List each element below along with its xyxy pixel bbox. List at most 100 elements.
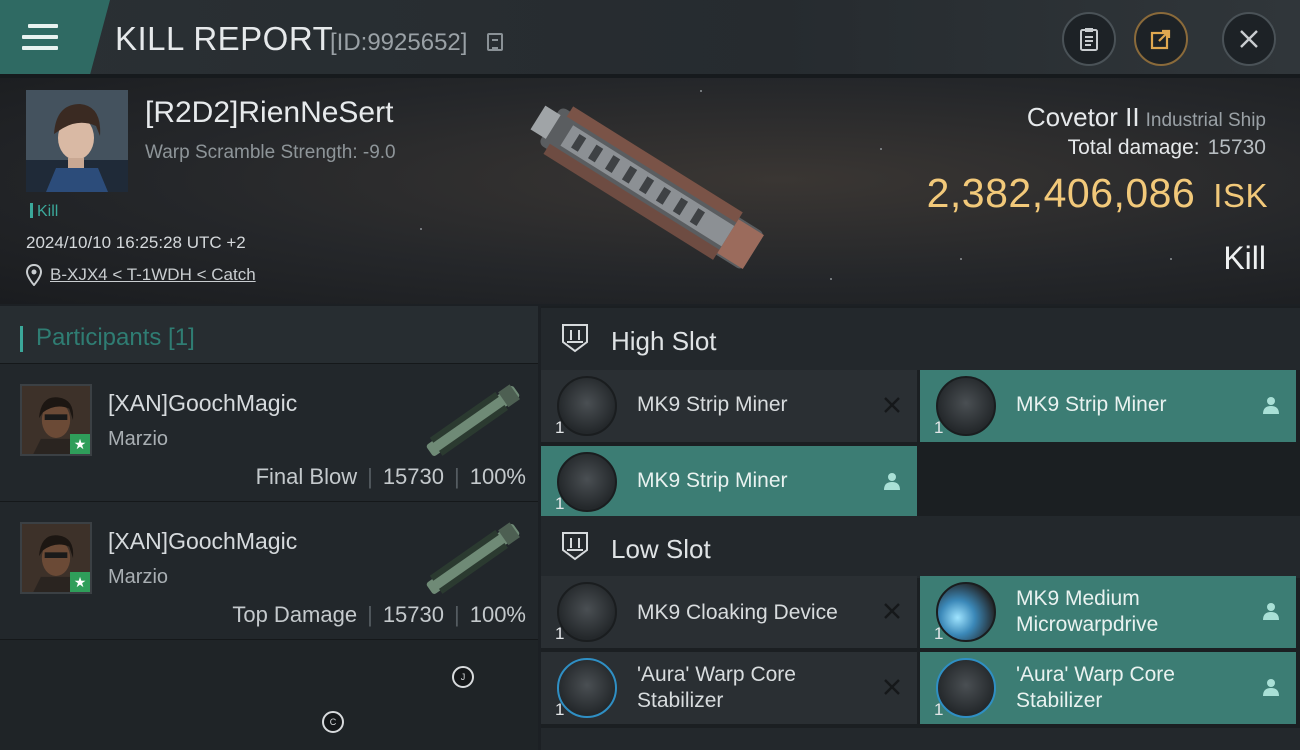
participant-stats: Final Blow | 15730 | 100% bbox=[255, 464, 526, 489]
module-name: MK9 Cloaking Device bbox=[637, 601, 838, 624]
warp-scramble-strength: Warp Scramble Strength: -9.0 bbox=[145, 142, 396, 163]
copy-icon[interactable] bbox=[487, 33, 503, 51]
isk-amount: 2,382,406,086 bbox=[926, 170, 1196, 216]
touch-indicator-icon: C bbox=[322, 711, 344, 733]
high-slot-header: High Slot bbox=[541, 308, 1300, 370]
isk-value: 2,382,406,086 ISK bbox=[927, 170, 1268, 217]
module-quantity: 1 bbox=[555, 700, 565, 719]
participant-avatar[interactable]: ★ bbox=[20, 522, 92, 594]
dropped-person-icon bbox=[1263, 397, 1279, 414]
clipboard-button[interactable] bbox=[1062, 12, 1116, 66]
participant-row[interactable]: ★ [XAN]GoochMagic Marzio Final Blow | 1573… bbox=[0, 364, 538, 502]
cloaking-device-icon bbox=[557, 582, 617, 642]
module-name: MK9 Strip Miner bbox=[1016, 393, 1167, 416]
microwarpdrive-icon bbox=[936, 582, 996, 642]
warp-core-stabilizer-icon bbox=[936, 658, 996, 718]
destroyed-icon bbox=[884, 603, 900, 619]
module-name: MK9 Medium Microwarpdrive bbox=[1016, 587, 1159, 636]
strip-miner-icon bbox=[557, 452, 617, 512]
module-name: 'Aura' Warp Core Stabilizer bbox=[637, 663, 796, 712]
participants-header-accent bbox=[20, 326, 23, 352]
module-quantity: 1 bbox=[934, 624, 944, 643]
module-slot[interactable]: 1 'Aura' Warp Core Stabilizer bbox=[541, 652, 917, 724]
page-title: KILL REPORT bbox=[115, 20, 334, 57]
star-badge-icon: ★ bbox=[70, 434, 90, 454]
participants-panel: Participants [1] ★ [XAN]GoochMagic Marzi… bbox=[0, 306, 538, 750]
header-bar: KILL REPORT [ID:9925652] bbox=[0, 0, 1300, 78]
kill-location: B-XJX4 < T-1WDH < Catch bbox=[26, 264, 256, 286]
clipboard-icon bbox=[1080, 28, 1098, 51]
next-slot-header bbox=[541, 728, 1300, 750]
module-name: 'Aura' Warp Core Stabilizer bbox=[1016, 663, 1175, 712]
module-name: MK9 Strip Miner bbox=[637, 393, 788, 416]
participant-ship-image[interactable] bbox=[414, 520, 532, 598]
module-slot[interactable]: 1 MK9 Strip Miner bbox=[920, 370, 1296, 442]
destroyed-icon bbox=[884, 679, 900, 695]
ship-name[interactable]: Covetor II Industrial Ship bbox=[1027, 102, 1266, 133]
fitting-panel: High Slot 1 MK9 Strip Miner 1 MK9 Strip … bbox=[541, 306, 1300, 750]
participant-row[interactable]: ★ [XAN]GoochMagic Marzio Top Damage | 1573… bbox=[0, 502, 538, 640]
kill-summary-panel: [R2D2]RienNeSert Warp Scramble Strength:… bbox=[0, 78, 1300, 304]
participant-avatar[interactable]: ★ bbox=[20, 384, 92, 456]
touch-indicator-icon: J bbox=[452, 666, 474, 688]
module-slot[interactable]: 1 MK9 Strip Miner bbox=[541, 370, 917, 442]
module-slot[interactable]: 1 MK9 Strip Miner bbox=[541, 446, 917, 518]
destroyed-icon bbox=[884, 397, 900, 413]
share-icon bbox=[1150, 29, 1171, 50]
location-pin-icon bbox=[26, 264, 42, 286]
strip-miner-icon bbox=[557, 376, 617, 436]
report-id: [ID:9925652] bbox=[330, 29, 468, 56]
total-damage: Total damage: 15730 bbox=[1068, 136, 1266, 160]
share-button[interactable] bbox=[1134, 12, 1188, 66]
victim-avatar-image bbox=[26, 90, 128, 192]
dropped-person-icon bbox=[1263, 679, 1279, 696]
kill-result: Kill bbox=[1223, 240, 1266, 276]
module-name: MK9 Strip Miner bbox=[637, 469, 788, 492]
kill-timestamp: 2024/10/10 16:25:28 UTC +2 bbox=[26, 233, 246, 252]
total-damage-label: Total damage: bbox=[1067, 136, 1200, 159]
participants-title: Participants [1] bbox=[36, 324, 195, 351]
strip-miner-icon bbox=[936, 376, 996, 436]
close-button[interactable] bbox=[1222, 12, 1276, 66]
warp-core-stabilizer-icon bbox=[557, 658, 617, 718]
high-slot-label: High Slot bbox=[611, 326, 717, 356]
participant-corp: Marzio bbox=[108, 428, 169, 450]
module-slot[interactable]: 1 'Aura' Warp Core Stabilizer bbox=[920, 652, 1296, 724]
isk-unit: ISK bbox=[1213, 177, 1268, 214]
participant-damage: 15730 bbox=[382, 602, 444, 627]
total-damage-value: 15730 bbox=[1207, 136, 1266, 159]
participants-header: Participants [1] bbox=[0, 306, 538, 364]
dropped-person-icon bbox=[884, 473, 900, 490]
module-slot[interactable]: 1 MK9 Medium Microwarpdrive bbox=[920, 576, 1296, 648]
ship-type: Covetor II bbox=[1026, 102, 1140, 132]
participant-role: Top Damage bbox=[232, 602, 358, 627]
victim-name[interactable]: [R2D2]RienNeSert bbox=[145, 96, 393, 130]
kill-tag: Kill bbox=[30, 203, 58, 221]
participant-stats: Top Damage | 15730 | 100% bbox=[232, 602, 526, 627]
victim-portrait[interactable] bbox=[26, 90, 128, 192]
module-quantity: 1 bbox=[555, 418, 565, 437]
module-quantity: 1 bbox=[934, 700, 944, 719]
low-slot-header: Low Slot bbox=[541, 516, 1300, 578]
module-slot[interactable]: 1 MK9 Cloaking Device bbox=[541, 576, 917, 648]
participant-ship-image[interactable] bbox=[414, 382, 532, 460]
hamburger-icon bbox=[22, 24, 58, 57]
ship-class: Industrial Ship bbox=[1145, 110, 1266, 131]
participant-percent: 100% bbox=[469, 464, 526, 489]
module-quantity: 1 bbox=[555, 494, 565, 513]
participant-corp: Marzio bbox=[108, 566, 169, 588]
dropped-person-icon bbox=[1263, 603, 1279, 620]
participant-name[interactable]: [XAN]GoochMagic bbox=[108, 390, 297, 417]
low-slot-icon bbox=[562, 532, 588, 561]
participant-name[interactable]: [XAN]GoochMagic bbox=[108, 528, 297, 555]
star-badge-icon: ★ bbox=[70, 572, 90, 592]
menu-button[interactable] bbox=[0, 0, 110, 74]
participant-percent: 100% bbox=[469, 602, 526, 627]
location-link[interactable]: B-XJX4 < T-1WDH < Catch bbox=[50, 265, 256, 285]
participant-role: Final Blow bbox=[255, 464, 358, 489]
ship-render-image[interactable] bbox=[510, 96, 790, 286]
low-slot-label: Low Slot bbox=[611, 534, 711, 564]
participant-damage: 15730 bbox=[382, 464, 444, 489]
high-slot-icon bbox=[562, 324, 588, 353]
module-quantity: 1 bbox=[555, 624, 565, 643]
